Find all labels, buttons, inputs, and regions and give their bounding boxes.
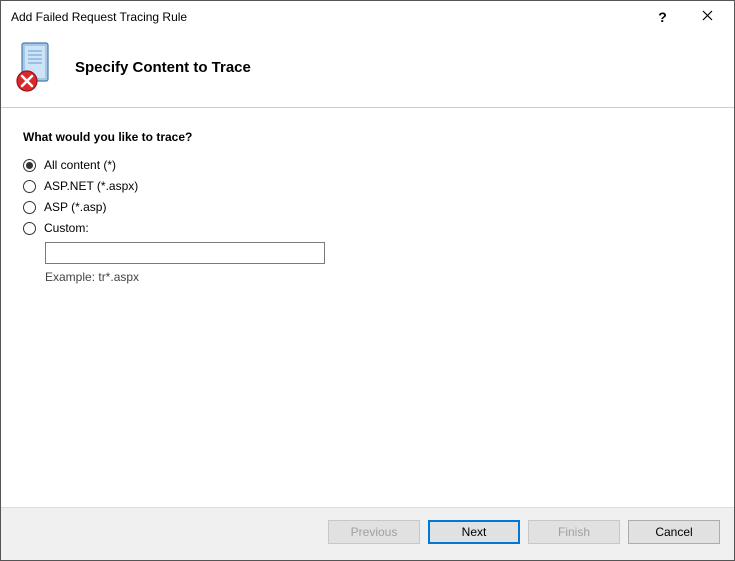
custom-input-block: Example: tr*.aspx <box>45 242 712 284</box>
dialog-window: Add Failed Request Tracing Rule ? Specif… <box>0 0 735 561</box>
finish-button[interactable]: Finish <box>528 520 620 544</box>
radio-asp[interactable]: ASP (*.asp) <box>23 200 712 214</box>
document-error-icon <box>15 41 59 93</box>
radio-custom[interactable]: Custom: <box>23 221 712 235</box>
question-label: What would you like to trace? <box>23 130 712 144</box>
wizard-footer: Previous Next Finish Cancel <box>1 507 734 560</box>
radio-icon <box>23 159 36 172</box>
dialog-title: Add Failed Request Tracing Rule <box>11 10 640 24</box>
radio-label: ASP.NET (*.aspx) <box>44 179 138 193</box>
radio-all-content[interactable]: All content (*) <box>23 158 712 172</box>
custom-pattern-input[interactable] <box>45 242 325 264</box>
radio-label: ASP (*.asp) <box>44 200 106 214</box>
titlebar: Add Failed Request Tracing Rule ? <box>1 1 734 33</box>
previous-button[interactable]: Previous <box>328 520 420 544</box>
radio-icon <box>23 180 36 193</box>
example-label: Example: tr*.aspx <box>45 270 712 284</box>
wizard-step-title: Specify Content to Trace <box>75 59 251 76</box>
close-icon <box>702 10 713 24</box>
radio-label: All content (*) <box>44 158 116 172</box>
help-icon: ? <box>658 9 667 25</box>
radio-icon <box>23 201 36 214</box>
close-button[interactable] <box>685 2 730 32</box>
wizard-content: What would you like to trace? All conten… <box>1 108 734 507</box>
radio-aspnet[interactable]: ASP.NET (*.aspx) <box>23 179 712 193</box>
help-button[interactable]: ? <box>640 2 685 32</box>
radio-label: Custom: <box>44 221 89 235</box>
wizard-header: Specify Content to Trace <box>1 33 734 108</box>
next-button[interactable]: Next <box>428 520 520 544</box>
radio-icon <box>23 222 36 235</box>
cancel-button[interactable]: Cancel <box>628 520 720 544</box>
